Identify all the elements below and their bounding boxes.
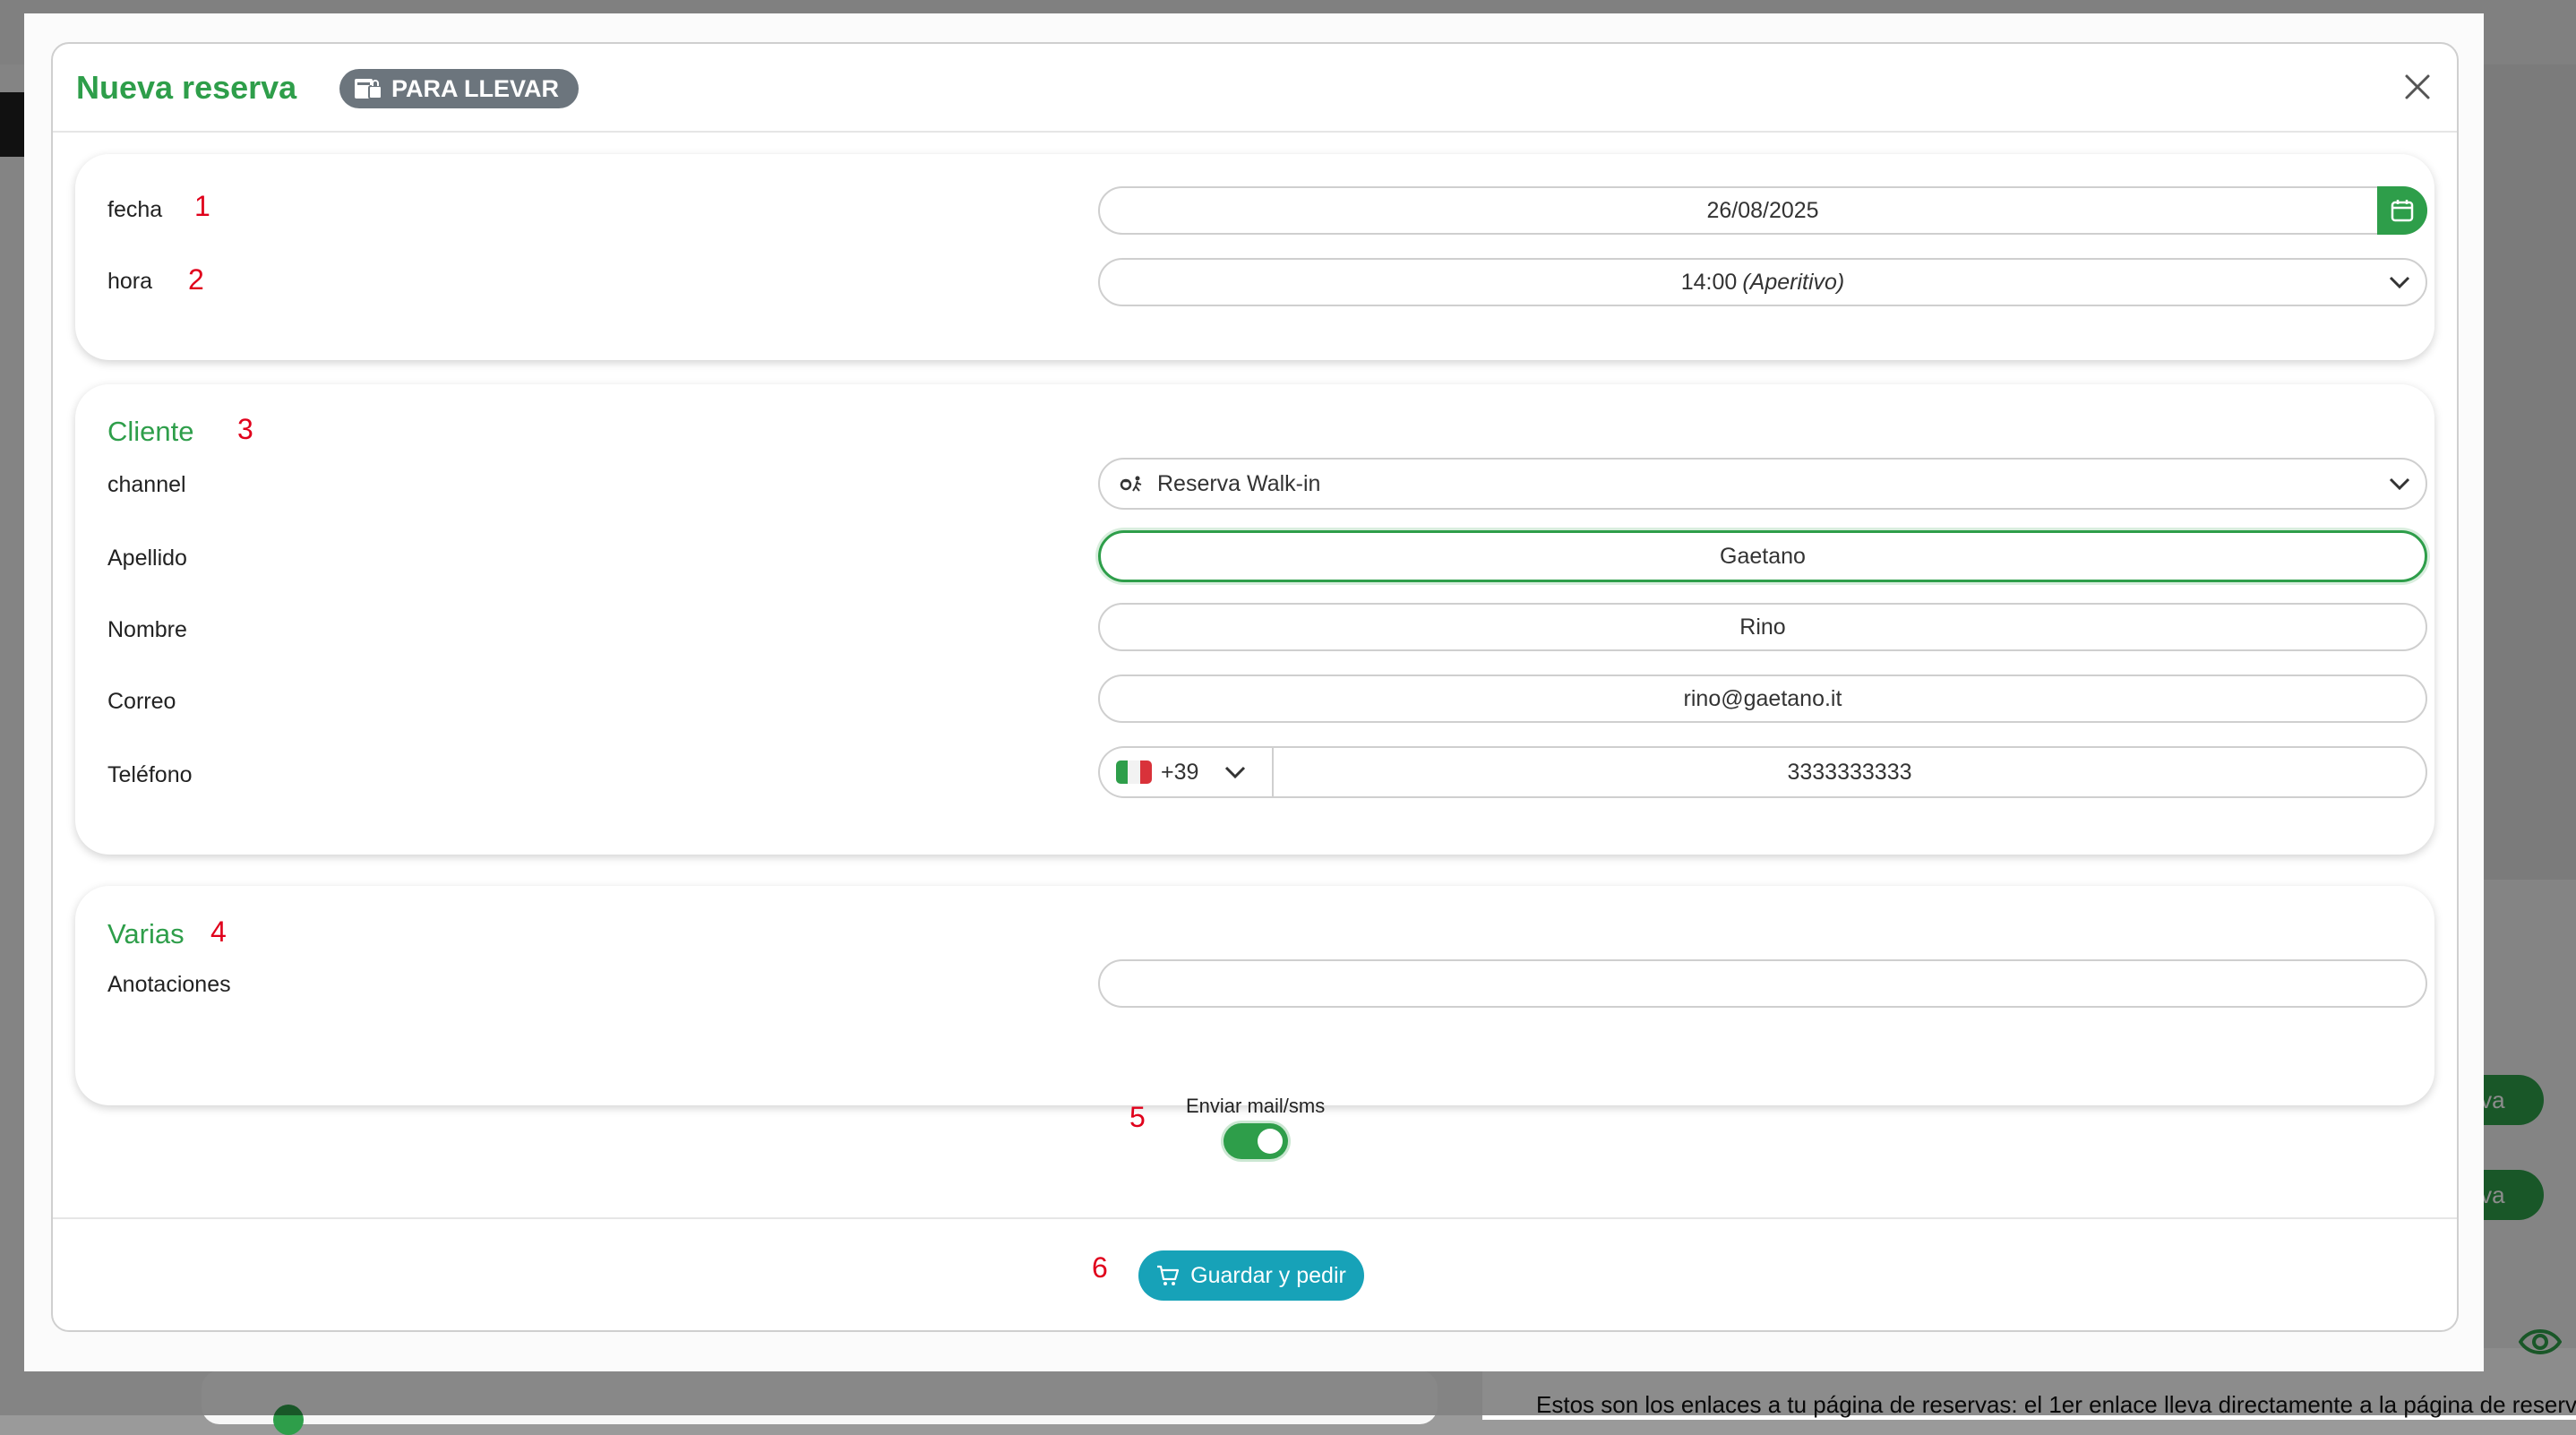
notes-label: Anotaciones — [107, 972, 231, 997]
time-label: hora — [107, 269, 153, 294]
annotation-6: 6 — [1092, 1251, 1108, 1284]
notify-toggle[interactable] — [1224, 1123, 1288, 1159]
name-value: Rino — [1739, 614, 1786, 640]
modal-title: Nueva reserva — [76, 69, 297, 106]
calendar-button[interactable] — [2377, 186, 2427, 235]
footer-divider — [53, 1217, 2457, 1219]
annotation-2: 2 — [188, 263, 204, 296]
walk-in-icon — [1120, 476, 1142, 492]
phone-value: 3333333333 — [1787, 759, 1912, 785]
surname-input[interactable] — [1098, 530, 2427, 582]
surname-field[interactable] — [1101, 542, 2425, 571]
country-code-select[interactable]: +39 — [1098, 746, 1272, 798]
phone-label: Teléfono — [107, 762, 193, 787]
email-value: rino@gaetano.it — [1683, 685, 1842, 711]
chevron-down-icon — [2389, 276, 2410, 289]
new-reservation-modal: Nueva reserva PARA LLEVAR fecha 1 26/08/… — [51, 42, 2459, 1332]
misc-card: Varias 4 Anotaciones — [75, 886, 2434, 1105]
channel-value: Reserva Walk-in — [1157, 470, 1321, 496]
time-note: (Aperitivo) — [1742, 269, 1845, 295]
date-label: fecha — [107, 197, 163, 222]
annotation-3: 3 — [237, 413, 253, 445]
name-input[interactable]: Rino — [1098, 603, 2427, 651]
date-field[interactable]: 26/08/2025 — [1098, 186, 2427, 235]
notes-input[interactable] — [1098, 959, 2427, 1008]
italy-flag-icon — [1116, 760, 1152, 784]
misc-section-title: Varias — [107, 918, 185, 950]
modal-header: Nueva reserva PARA LLEVAR — [53, 44, 2457, 133]
save-and-order-label: Guardar y pedir — [1190, 1262, 1346, 1288]
save-and-order-button[interactable]: Guardar y pedir — [1138, 1250, 1364, 1301]
notify-label: Enviar mail/sms — [1186, 1095, 1326, 1117]
email-input[interactable]: rino@gaetano.it — [1098, 675, 2427, 723]
toggle-knob — [1258, 1129, 1283, 1154]
time-value: 14:00 — [1680, 269, 1738, 295]
cart-icon — [1157, 1265, 1180, 1285]
badge-label: PARA LLEVAR — [391, 74, 559, 102]
phone-input[interactable]: 3333333333 — [1272, 746, 2427, 798]
time-select[interactable]: 14:00 (Aperitivo) — [1098, 258, 2427, 306]
country-code-value: +39 — [1161, 759, 1199, 785]
annotation-4: 4 — [210, 915, 227, 948]
chevron-down-icon — [1225, 766, 1246, 779]
email-label: Correo — [107, 689, 176, 714]
channel-select[interactable]: Reserva Walk-in — [1098, 458, 2427, 510]
takeaway-badge: PARA LLEVAR — [339, 69, 579, 108]
annotation-1: 1 — [194, 190, 210, 222]
name-label: Nombre — [107, 617, 187, 642]
calendar-icon — [2391, 200, 2414, 222]
close-icon[interactable] — [2401, 71, 2434, 103]
channel-label: channel — [107, 472, 186, 497]
takeaway-icon — [355, 79, 382, 99]
chevron-down-icon — [2389, 477, 2410, 491]
client-card: Cliente 3 channel Reserva Walk-in Apelli… — [75, 384, 2434, 855]
client-section-title: Cliente — [107, 416, 194, 447]
date-time-card: fecha 1 26/08/2025 hora 2 14:00 (Aperiti… — [75, 154, 2434, 360]
surname-label: Apellido — [107, 546, 187, 571]
annotation-5: 5 — [1129, 1101, 1146, 1133]
date-value: 26/08/2025 — [1706, 197, 1819, 223]
phone-field: +39 3333333333 — [1098, 746, 2427, 798]
